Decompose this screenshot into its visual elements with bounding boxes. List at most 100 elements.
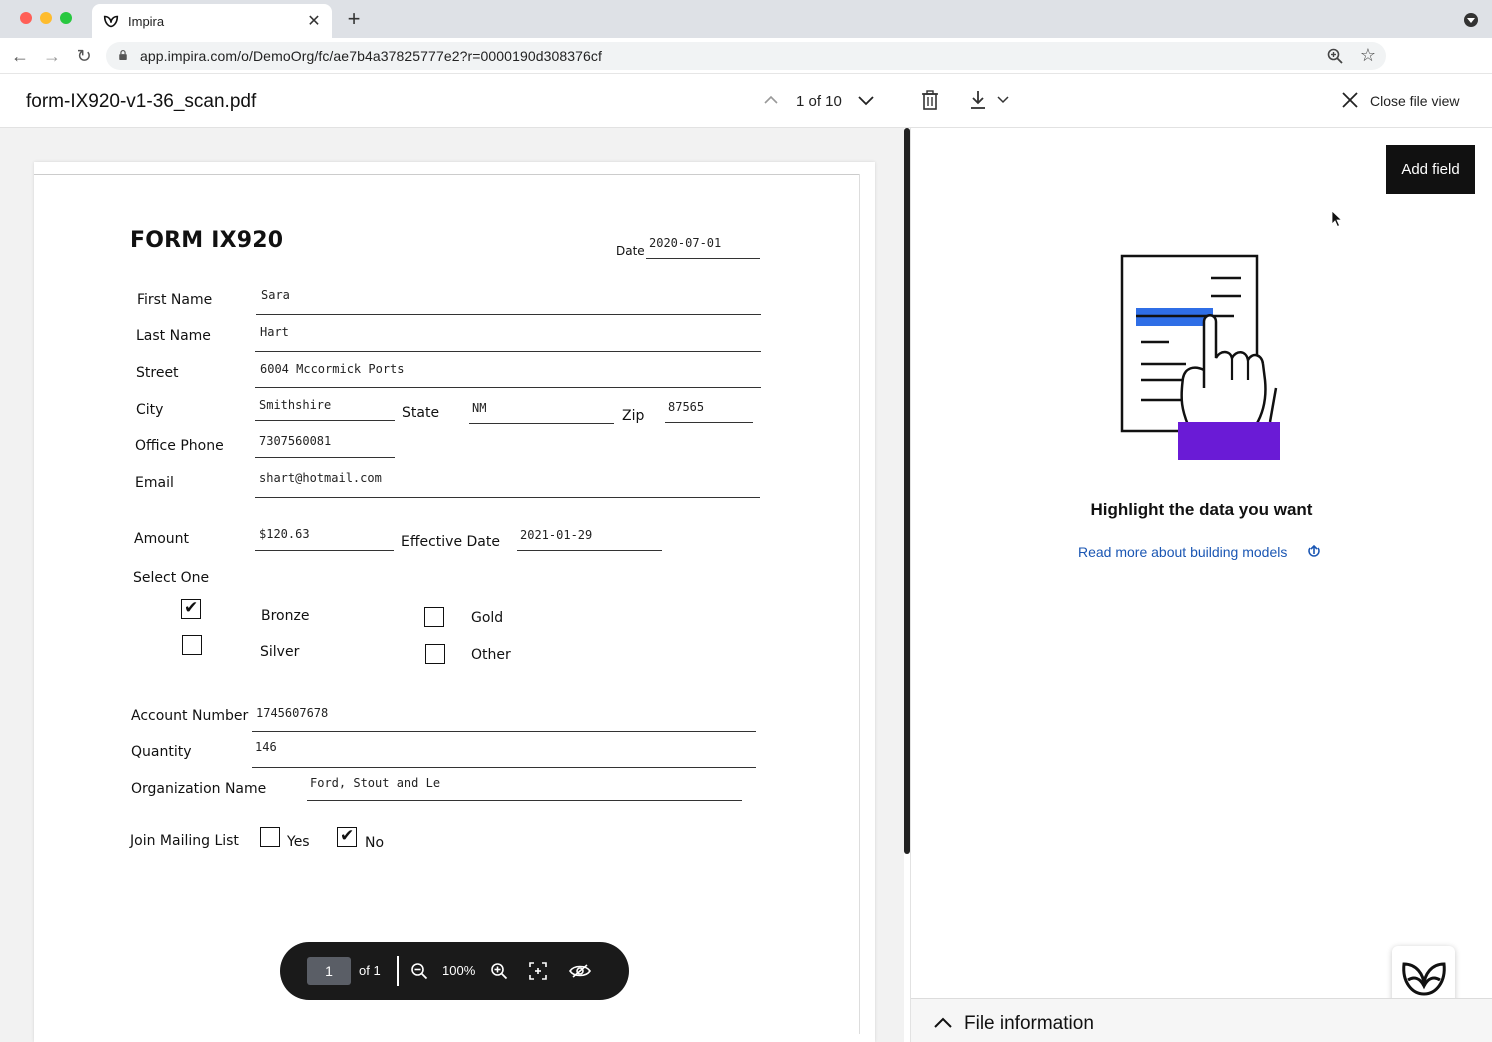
street-value[interactable]: 6004 Mccormick Ports [260, 362, 405, 376]
field-underline [255, 420, 395, 421]
toolbar-separator [397, 956, 399, 986]
last-name-label: Last Name [136, 328, 211, 344]
field-underline [646, 258, 760, 259]
field-underline [255, 497, 760, 498]
read-more-link[interactable]: Read more about building models [1078, 544, 1287, 560]
file-information-label: File information [964, 1013, 1094, 1034]
mailing-yes-checkbox[interactable] [260, 827, 280, 847]
account-number-label: Account Number [131, 708, 249, 724]
tab-title: Impira [128, 13, 165, 29]
amount-value[interactable]: $120.63 [259, 527, 310, 541]
street-label: Street [136, 365, 179, 381]
chevron-up-icon[interactable] [762, 91, 780, 109]
field-underline [469, 423, 614, 424]
field-underline [252, 731, 756, 732]
other-label: Other [471, 647, 511, 663]
state-label: State [402, 405, 440, 421]
email-value[interactable]: shart@hotmail.com [259, 471, 382, 485]
file-view-header: form-IX920-v1-36_scan.pdf 1 of 10 Close … [0, 75, 1492, 128]
city-label: City [136, 402, 164, 418]
gold-checkbox[interactable] [424, 607, 444, 627]
address-bar[interactable]: app.impira.com/o/DemoOrg/fc/ae7b4a378257… [106, 42, 1386, 70]
field-underline [307, 800, 742, 801]
effective-date-label: Effective Date [401, 534, 500, 550]
back-icon[interactable]: ← [8, 44, 32, 68]
form-title: FORM IX920 [130, 228, 284, 253]
chevron-down-icon[interactable] [857, 91, 875, 109]
page-number-input[interactable] [307, 957, 351, 985]
last-name-value[interactable]: Hart [260, 325, 289, 339]
fields-panel: Add field Highlight the data you want Re… [911, 128, 1492, 1042]
reload-icon[interactable]: ↻ [72, 44, 96, 68]
field-underline [252, 767, 756, 768]
zoom-icon[interactable] [1326, 47, 1344, 65]
city-value[interactable]: Smithshire [259, 398, 331, 412]
browser-toolbar: ← → ↻ app.impira.com/o/DemoOrg/fc/ae7b4a… [0, 38, 1492, 105]
account-number-value[interactable]: 1745607678 [256, 706, 328, 720]
window-minimize-button[interactable] [40, 12, 52, 24]
zip-value[interactable]: 87565 [668, 400, 704, 414]
select-one-label: Select One [133, 570, 210, 586]
lock-icon [119, 50, 127, 60]
other-checkbox[interactable] [425, 644, 445, 664]
document-viewer[interactable]: FORM IX920 Date 2020-07-01 First Name Sa… [0, 128, 904, 1042]
close-file-view-button[interactable]: Close file view [1370, 93, 1459, 109]
cursor-icon [1331, 210, 1343, 228]
zip-label: Zip [622, 408, 645, 424]
url-text: app.impira.com/o/DemoOrg/fc/ae7b4a378257… [140, 48, 603, 64]
organization-value[interactable]: Ford, Stout and Le [310, 776, 440, 790]
add-field-button[interactable]: Add field [1386, 145, 1475, 194]
hide-highlights-icon[interactable] [569, 962, 591, 980]
gold-label: Gold [471, 610, 504, 626]
office-phone-label: Office Phone [135, 438, 224, 454]
effective-date-value[interactable]: 2021-01-29 [520, 528, 592, 542]
star-icon[interactable]: ☆ [1360, 45, 1376, 66]
browser-tab[interactable]: Impira ✕ [92, 4, 332, 38]
file-pager: 1 of 10 [796, 93, 842, 110]
file-name: form-IX920-v1-36_scan.pdf [26, 91, 257, 112]
field-underline [256, 314, 761, 315]
new-tab-plus-icon[interactable]: + [344, 8, 364, 30]
scan-edge [859, 174, 860, 1034]
window-zoom-button[interactable] [60, 12, 72, 24]
office-phone-value[interactable]: 7307560081 [259, 434, 331, 448]
window-close-button[interactable] [20, 12, 32, 24]
silver-checkbox[interactable] [182, 635, 202, 655]
zoom-in-icon[interactable] [490, 962, 508, 980]
field-underline [517, 550, 662, 551]
silver-label: Silver [260, 644, 300, 660]
field-underline [665, 422, 753, 423]
bronze-label: Bronze [261, 608, 310, 624]
fit-screen-icon[interactable] [529, 962, 547, 980]
date-label: Date [616, 244, 645, 258]
pdf-toolbar: of 1 100% [280, 942, 629, 1000]
file-information-toggle[interactable]: File information [911, 998, 1492, 1042]
scan-edge [34, 174, 859, 175]
state-value[interactable]: NM [472, 401, 486, 415]
mailing-no-checkbox[interactable] [337, 826, 357, 847]
pdf-page[interactable]: FORM IX920 Date 2020-07-01 First Name Sa… [34, 162, 875, 1042]
download-options-chevron-icon[interactable] [996, 93, 1010, 107]
tab-search-chevron-icon[interactable] [1464, 13, 1478, 27]
quantity-value[interactable]: 146 [255, 740, 277, 754]
page-count: of 1 [359, 963, 381, 978]
download-icon[interactable] [968, 89, 988, 111]
bronze-checkbox[interactable] [181, 598, 201, 619]
external-link-icon[interactable] [1305, 544, 1323, 560]
field-underline [255, 457, 395, 458]
close-x-icon[interactable] [1340, 90, 1360, 110]
zoom-out-icon[interactable] [410, 962, 428, 980]
zoom-level: 100% [442, 963, 476, 978]
mailing-yes-label: Yes [287, 834, 310, 850]
date-value[interactable]: 2020-07-01 [649, 236, 721, 250]
quantity-label: Quantity [131, 744, 192, 760]
trash-icon[interactable] [920, 89, 940, 111]
first-name-label: First Name [137, 292, 213, 308]
forward-icon[interactable]: → [40, 44, 64, 68]
mailing-no-label: No [365, 835, 385, 851]
amount-label: Amount [134, 531, 190, 547]
impira-logo-icon [1402, 962, 1446, 996]
first-name-value[interactable]: Sara [261, 288, 290, 302]
tab-close-icon[interactable]: ✕ [306, 11, 322, 31]
document-hand-illustration [1120, 254, 1280, 460]
